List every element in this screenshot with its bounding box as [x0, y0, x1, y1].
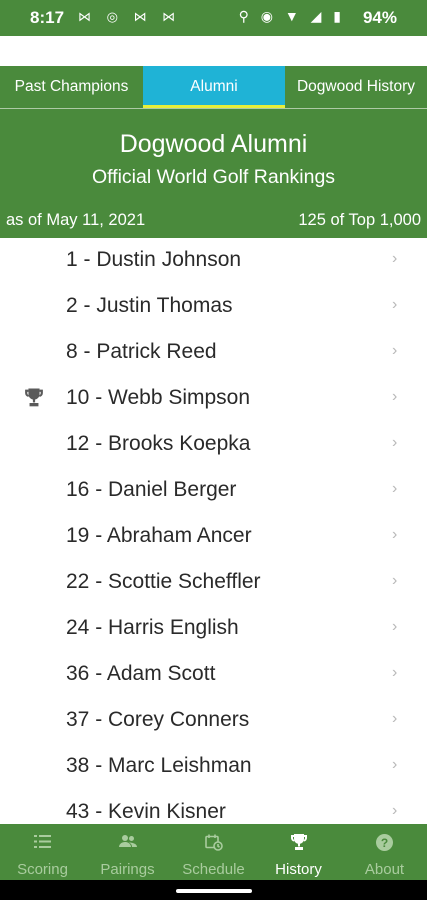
svg-text:?: ? [381, 836, 388, 850]
top-tab-bar: Past Champions Alumni Dogwood History [0, 66, 427, 108]
nav-pairings[interactable]: Pairings [85, 824, 170, 880]
trophy-badge [24, 388, 44, 413]
nav-label: Schedule [182, 861, 245, 877]
page-subtitle: Official World Golf Rankings [91, 166, 336, 188]
list-item[interactable]: 10 - Webb Simpson › [0, 376, 427, 422]
nav-history[interactable]: History [256, 824, 341, 880]
player-rank-label: 24 - Harris English [66, 616, 239, 639]
player-rank-label: 10 - Webb Simpson [66, 386, 251, 409]
battery-level: 94% [362, 8, 397, 27]
calendar-clock-icon [205, 834, 223, 851]
nav-scoring[interactable]: Scoring [0, 824, 85, 880]
list-item[interactable]: 8 - Patrick Reed › [0, 330, 427, 376]
player-rank-label: 38 - Marc Leishman [66, 754, 252, 777]
chevron-right-icon: › [392, 342, 398, 359]
system-gesture-bar [0, 880, 427, 900]
nav-schedule[interactable]: Schedule [171, 824, 256, 880]
nav-label: Scoring [17, 861, 68, 877]
help-circle-icon: ? [376, 834, 393, 851]
list-item[interactable]: 24 - Harris English › [0, 606, 427, 652]
status-time: 8:17 [30, 8, 65, 27]
player-rank-label: 22 - Scottie Scheffler [66, 570, 261, 593]
nav-label: About [364, 861, 405, 877]
player-rank-label: 12 - Brooks Koepka [66, 432, 251, 455]
chevron-right-icon: › [392, 434, 398, 451]
list-item[interactable]: 43 - Kevin Kisner › [0, 790, 427, 824]
people-icon [119, 835, 137, 847]
nav-label: Pairings [100, 861, 155, 877]
trophy-icon [25, 388, 43, 407]
list-item[interactable]: 1 - Dustin Johnson › [0, 238, 427, 284]
alumni-rankings-list[interactable]: 1 - Dustin Johnson › 2 - Justin Thomas › 8 -… [0, 238, 427, 824]
chevron-right-icon: › [392, 802, 398, 819]
notification-icons: ⋈ ◎ ⋈ ⋈ [78, 9, 182, 24]
chevron-right-icon: › [392, 572, 398, 589]
chevron-right-icon: › [392, 296, 398, 313]
chevron-right-icon: › [392, 664, 398, 681]
bottom-navigation: Scoring Pairings Schedule History ? Abou… [0, 824, 427, 880]
player-rank-label: 2 - Justin Thomas [66, 294, 233, 317]
player-rank-label: 37 - Corey Conners [66, 708, 250, 731]
list-item[interactable]: 37 - Corey Conners › [0, 698, 427, 744]
system-status-icons: ⚲ ◉ ▼ ◢ ▮ [238, 8, 345, 24]
nav-about[interactable]: ? About [342, 824, 427, 880]
list-item[interactable]: 36 - Adam Scott › [0, 652, 427, 698]
chevron-right-icon: › [392, 250, 398, 267]
list-icon [34, 835, 51, 848]
chevron-right-icon: › [392, 388, 398, 405]
player-rank-label: 1 - Dustin Johnson [66, 248, 242, 271]
list-item[interactable]: 19 - Abraham Ancer › [0, 514, 427, 560]
player-rank-label: 36 - Adam Scott [66, 662, 216, 685]
player-rank-label: 19 - Abraham Ancer [66, 524, 252, 547]
status-bar: 8:17 ⋈ ◎ ⋈ ⋈ ⚲ ◉ ▼ ◢ ▮ 94% [0, 0, 427, 36]
page-header: Dogwood Alumni Official World Golf Ranki… [0, 108, 427, 238]
home-gesture-handle[interactable] [176, 889, 252, 893]
chevron-right-icon: › [392, 756, 398, 773]
tab-past-champions[interactable]: Past Champions [0, 66, 143, 108]
tab-dogwood-history[interactable]: Dogwood History [285, 66, 427, 108]
list-item[interactable]: 16 - Daniel Berger › [0, 468, 427, 514]
tab-alumni[interactable]: Alumni [143, 66, 285, 108]
list-item[interactable]: 22 - Scottie Scheffler › [0, 560, 427, 606]
list-item[interactable]: 2 - Justin Thomas › [0, 284, 427, 330]
chevron-right-icon: › [392, 480, 398, 497]
player-rank-label: 8 - Patrick Reed [66, 340, 217, 363]
list-item[interactable]: 38 - Marc Leishman › [0, 744, 427, 790]
player-rank-label: 16 - Daniel Berger [66, 478, 237, 501]
header-divider [0, 108, 427, 109]
trophy-icon [290, 834, 308, 850]
chevron-right-icon: › [392, 710, 398, 727]
list-item[interactable]: 12 - Brooks Koepka › [0, 422, 427, 468]
nav-label: History [275, 861, 322, 877]
player-rank-label: 43 - Kevin Kisner [66, 800, 226, 823]
rankings-date: as of May 11, 2021 [6, 211, 146, 229]
chevron-right-icon: › [392, 526, 398, 543]
chevron-right-icon: › [392, 618, 398, 635]
page-title: Dogwood Alumni [119, 130, 308, 158]
rankings-count: 125 of Top 1,000 [298, 211, 421, 229]
